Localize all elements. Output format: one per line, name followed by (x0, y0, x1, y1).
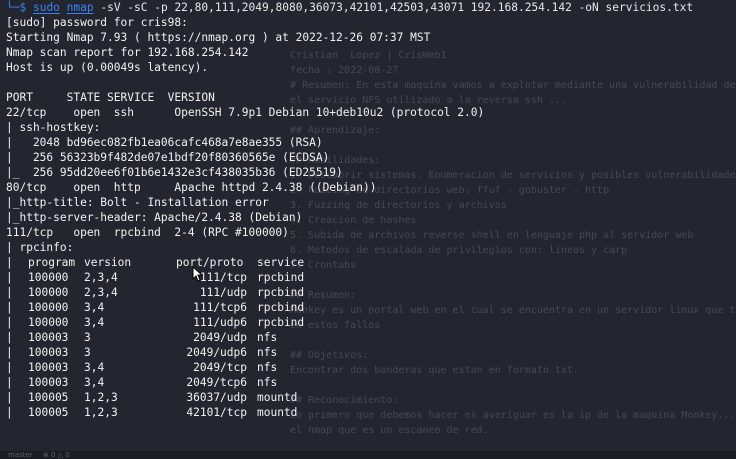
rpcinfo-cell: nfs (257, 331, 278, 344)
rpcinfo-cell: 100000 (28, 301, 69, 314)
rpcinfo-cell: 3,4 (84, 376, 105, 389)
tree-pipe: | (6, 361, 13, 374)
command-line: └─$ sudo nmap -sV -sC -p 22,80,111,2049,… (6, 0, 736, 15)
rpcinfo-row: | 100000 3,4 111/udp6 rpcbind (6, 315, 736, 330)
tree-pipe: | (6, 391, 13, 404)
rpcinfo-cell: rpcbind (257, 286, 305, 299)
output-line: [sudo] password for cris98: (6, 16, 188, 29)
rpcinfo-row: | 100005 1,2,3 36037/udp mountd (6, 390, 736, 405)
rpcinfo-cell: nfs (257, 376, 278, 389)
output-line: |_ 256 95dd20ee6f01b6e1432e3cf438035b36 … (6, 166, 343, 179)
rpcinfo-cell: 2049/tcp (193, 361, 247, 374)
rpcinfo-cell: 2,3,4 (84, 271, 118, 284)
output-line: |_http-title: Bolt - Installation error (6, 196, 269, 209)
tree-pipe: | (6, 406, 13, 419)
rpcinfo-cell: version (84, 256, 132, 269)
rpcinfo-row: | 100000 2,3,4 111/tcp rpcbind (6, 270, 736, 285)
rpcinfo-cell: 3 (84, 346, 91, 359)
rpcinfo-cell: 1,2,3 (84, 406, 118, 419)
tree-pipe: | (6, 346, 13, 359)
output-line: PORT STATE SERVICE VERSION (6, 91, 215, 104)
rpcinfo-cell: service (257, 256, 305, 269)
rpcinfo-cell: program (28, 256, 76, 269)
output-line: 80/tcp open http Apache httpd 2.4.38 ((D… (6, 181, 377, 194)
rpcinfo-cell: 3,4 (84, 361, 105, 374)
branch-label[interactable]: master (8, 451, 33, 459)
problems-label[interactable]: ⊗ 0 △ 0 (43, 451, 70, 459)
rpcinfo-cell: 111/udp6 (193, 316, 247, 329)
output-line: | 256 56323b9f482de07e1bdf20f80360565e (… (6, 151, 330, 164)
rpcinfo-cell: 111/tcp6 (193, 301, 247, 314)
rpcinfo-cell: 1,2,3 (84, 391, 118, 404)
rpcinfo-cell: nfs (257, 346, 278, 359)
rpcinfo-cell: rpcbind (257, 301, 305, 314)
output-line: |_http-server-header: Apache/2.4.38 (Deb… (6, 211, 303, 224)
rpcinfo-cell: port/proto (176, 256, 244, 269)
rpcinfo-cell: 100005 (28, 406, 69, 419)
output-line: Starting Nmap 7.93 ( https://nmap.org ) … (6, 31, 431, 44)
output-line: | 2048 bd96ec082fb1ea06cafc468a7e8ae355 … (6, 136, 323, 149)
rpcinfo-cell: 2,3,4 (84, 286, 118, 299)
tree-pipe: | (6, 316, 13, 329)
background-editor-line: el nmap que es un escaneo de red. (290, 425, 489, 436)
rpcinfo-cell: mountd (257, 406, 298, 419)
rpcinfo-cell: rpcbind (257, 271, 305, 284)
output-line: Host is up (0.00049s latency). (6, 61, 209, 74)
rpcinfo-table: | program version port/proto service | 100000 2… (6, 255, 736, 420)
status-bar: master ⊗ 0 △ 0 (0, 451, 736, 459)
command-arguments: -sV -sC -p 22,80,111,2049,8080,36073,421… (93, 1, 694, 14)
rpcinfo-cell: 3,4 (84, 316, 105, 329)
mouse-cursor-icon (192, 266, 204, 282)
rpcinfo-row: | 100003 3 2049/udp nfs (6, 330, 736, 345)
rpcinfo-cell: nfs (257, 361, 278, 374)
output-line: Nmap scan report for 192.168.254.142 (6, 46, 249, 59)
output-lines: [sudo] password for cris98: Starting Nmap… (6, 15, 736, 255)
terminal-window[interactable]: Cristian Lopez | CrisWeb1 fecha : 2022-0… (0, 0, 736, 459)
rpcinfo-cell: 2049/udp (193, 331, 247, 344)
output-line: | rpcinfo: (6, 241, 74, 254)
rpcinfo-row: | 100000 3,4 111/tcp6 rpcbind (6, 300, 736, 315)
tree-pipe: | (6, 376, 13, 389)
prompt-symbol: └─$ (6, 1, 27, 14)
rpcinfo-cell: 100003 (28, 346, 69, 359)
rpcinfo-row: | 100003 3,4 2049/tcp6 nfs (6, 375, 736, 390)
rpcinfo-row: | 100003 3,4 2049/tcp nfs (6, 360, 736, 375)
rpcinfo-cell: 111/tcp (199, 271, 247, 284)
terminal-output: └─$ sudo nmap -sV -sC -p 22,80,111,2049,… (0, 0, 736, 420)
rpcinfo-cell: 36037/udp (186, 391, 247, 404)
output-line: 22/tcp open ssh OpenSSH 7.9p1 Debian 10+… (6, 106, 485, 119)
rpcinfo-cell: 2049/udp6 (186, 346, 247, 359)
rpcinfo-cell: 3,4 (84, 301, 105, 314)
tree-pipe: | (6, 256, 13, 269)
output-line: | ssh-hostkey: (6, 121, 101, 134)
tree-pipe: | (6, 286, 13, 299)
rpcinfo-cell: 42101/tcp (186, 406, 247, 419)
tree-pipe: | (6, 301, 13, 314)
rpcinfo-cell: 100000 (28, 286, 69, 299)
rpcinfo-row: | 100000 2,3,4 111/udp rpcbind (6, 285, 736, 300)
rpcinfo-cell: 100003 (28, 376, 69, 389)
rpcinfo-cell: 2049/tcp6 (186, 376, 247, 389)
tree-pipe: | (6, 271, 13, 284)
nmap-command: nmap (66, 1, 94, 14)
tree-pipe: | (6, 331, 13, 344)
rpcinfo-header: | program version port/proto service (6, 255, 736, 270)
rpcinfo-cell: 111/udp (199, 286, 247, 299)
rpcinfo-cell: 100003 (28, 331, 69, 344)
rpcinfo-cell: 100003 (28, 361, 69, 374)
rpcinfo-cell: 100000 (28, 271, 69, 284)
rpcinfo-cell: rpcbind (257, 316, 305, 329)
rpcinfo-cell: 100000 (28, 316, 69, 329)
rpcinfo-cell: mountd (257, 391, 298, 404)
rpcinfo-cell: 3 (84, 331, 91, 344)
sudo-command: sudo (32, 1, 60, 14)
rpcinfo-row: | 100003 3 2049/udp6 nfs (6, 345, 736, 360)
output-line: 111/tcp open rpcbind 2-4 (RPC #100000) (6, 226, 289, 239)
rpcinfo-cell: 100005 (28, 391, 69, 404)
rpcinfo-row: | 100005 1,2,3 42101/tcp mountd (6, 405, 736, 420)
